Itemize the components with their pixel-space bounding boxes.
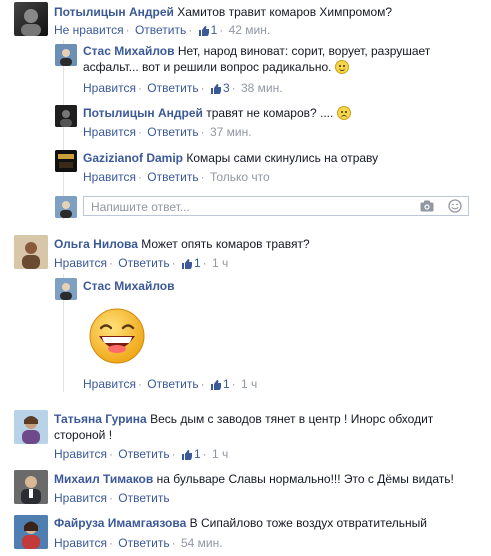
avatar[interactable] [14, 410, 48, 444]
comment-text: Хамитов травит комаров Химпромом? [177, 5, 393, 19]
avatar[interactable] [55, 44, 77, 66]
comment-text: на бульваре Славы нормально!!! Это с Дём… [156, 472, 454, 486]
comment-text: Может опять комаров травят? [141, 237, 310, 251]
like-button[interactable]: Нравится [54, 256, 107, 270]
comment: Потылицын Андрей Хамитов травит комаров … [54, 4, 474, 20]
comment-time[interactable]: 1 ч [241, 377, 257, 391]
thumbs-up-icon [198, 26, 209, 36]
comment-time[interactable]: 37 мин. [210, 125, 252, 139]
thumbs-up-icon [181, 450, 192, 460]
avatar-photo [14, 410, 48, 444]
avatar[interactable] [14, 515, 48, 549]
avatar[interactable] [55, 105, 77, 127]
avatar-photo [55, 150, 77, 172]
like-count[interactable]: 1 [198, 23, 217, 37]
comment-author[interactable]: Стас Михайлов [83, 279, 175, 293]
reply-input[interactable] [89, 198, 393, 216]
like-count[interactable]: 1 [210, 377, 230, 391]
comment-actions: Нравится · Ответить [54, 491, 170, 505]
comment-author[interactable]: Gazizianof Damip [83, 151, 183, 165]
comment: Стас Михайлов Нет, народ виноват: сорит,… [83, 43, 478, 75]
laughing-sticker-icon [89, 308, 145, 364]
reply-button[interactable]: Ответить [118, 491, 169, 505]
reply-button[interactable]: Ответить [147, 377, 198, 391]
reply-button[interactable]: Ответить [135, 23, 186, 37]
like-button[interactable]: Нравится [83, 377, 136, 391]
reply-button[interactable]: Ответить [147, 81, 198, 95]
like-button[interactable]: Не нравится [54, 23, 124, 37]
reply-field[interactable] [83, 196, 469, 216]
avatar[interactable] [14, 2, 48, 36]
comment-time[interactable]: Только что [210, 170, 270, 184]
reply-button[interactable]: Ответить [118, 256, 169, 270]
reply-button[interactable]: Ответить [118, 447, 169, 461]
avatar-photo [14, 470, 48, 504]
avatar-photo [21, 9, 41, 36]
comment-time[interactable]: 42 мин. [229, 23, 271, 37]
comment-author[interactable]: Татьяна Гурина [54, 412, 147, 426]
avatar-photo [55, 105, 77, 127]
reply-button[interactable]: Ответить [147, 170, 198, 184]
thumbs-up-icon [210, 84, 221, 94]
comment-actions: Нравится · Ответить · 1 · 1 ч [54, 447, 229, 461]
comment: Файруза Имамгаязова В Сипайлово тоже воз… [54, 515, 474, 531]
comment-text: травят не комаров? .... [206, 106, 334, 120]
comment-author[interactable]: Файруза Имамгаязова [54, 516, 186, 530]
comment-time[interactable]: 38 мин. [241, 81, 283, 95]
like-button[interactable]: Нравится [54, 447, 107, 461]
comment-actions: Не нравится · Ответить · 1 · 42 мин. [54, 23, 271, 37]
avatar-photo [55, 44, 77, 66]
thumbs-up-icon [210, 380, 221, 390]
avatar[interactable] [55, 150, 77, 172]
comment-actions: Нравится · Ответить · 37 мин. [83, 125, 252, 139]
like-button[interactable]: Нравится [54, 536, 107, 550]
thumbs-up-icon [181, 259, 192, 269]
avatar[interactable] [14, 470, 48, 504]
reply-button[interactable]: Ответить [147, 125, 198, 139]
comment-time[interactable]: 54 мин. [181, 536, 223, 550]
smiley-icon[interactable] [448, 199, 462, 213]
comment-time[interactable]: 1 ч [212, 256, 228, 270]
comment-text: Комары сами скинулись на отраву [186, 151, 379, 165]
comment-author[interactable]: Ольга Нилова [54, 237, 138, 251]
comment-text: В Сипайлово тоже воздух отвратительный [189, 516, 427, 530]
comment-time[interactable]: 1 ч [212, 447, 228, 461]
like-count[interactable]: 3 [210, 81, 230, 95]
like-button[interactable]: Нравится [83, 81, 136, 95]
comment-text: стороной ! [54, 428, 113, 442]
reply-button[interactable]: Ответить [118, 536, 169, 550]
comment-author[interactable]: Стас Михайлов [83, 44, 175, 58]
comment-actions: Нравится · Ответить · Только что [83, 170, 270, 184]
avatar-photo [14, 515, 48, 549]
like-button[interactable]: Нравится [54, 491, 107, 505]
comment-actions: Нравится · Ответить · 3 · 38 мин. [83, 81, 283, 95]
comment-author[interactable]: Потылицын Андрей [54, 5, 174, 19]
smile-emoji-icon [334, 60, 349, 74]
comment-actions: Нравится · Ответить · 1 · 1 ч [54, 256, 229, 270]
reply-thread-line [63, 40, 64, 220]
comment: Потылицын Андрей травят не комаров? .... [83, 105, 478, 121]
avatar [55, 196, 77, 218]
comment-actions: Нравится · Ответить · 1 · 1 ч [83, 377, 258, 391]
comment: Стас Михайлов [83, 278, 478, 294]
avatar[interactable] [55, 278, 77, 300]
like-button[interactable]: Нравится [83, 125, 136, 139]
comment-author[interactable]: Михаил Тимаков [54, 472, 153, 486]
avatar-photo [14, 235, 48, 269]
like-count[interactable]: 1 [181, 447, 201, 461]
avatar-photo [55, 278, 77, 300]
comment: Татьяна Гурина Весь дым с заводов тянет … [54, 411, 474, 443]
avatar[interactable] [14, 235, 48, 269]
sad-emoji-icon [336, 106, 351, 120]
avatar-photo [55, 196, 77, 218]
comment-author[interactable]: Потылицын Андрей [83, 106, 203, 120]
like-button[interactable]: Нравится [83, 170, 136, 184]
camera-icon[interactable] [420, 200, 434, 212]
like-count[interactable]: 1 [181, 256, 201, 270]
comment-text: Весь дым с заводов тянет в центр ! Инорс… [150, 412, 434, 426]
comment: Gazizianof Damip Комары сами скинулись н… [83, 150, 478, 166]
comment: Михаил Тимаков на бульваре Славы нормаль… [54, 471, 474, 487]
comment: Ольга Нилова Может опять комаров травят? [54, 236, 474, 252]
comment-actions: Нравится · Ответить · 54 мин. [54, 536, 223, 550]
